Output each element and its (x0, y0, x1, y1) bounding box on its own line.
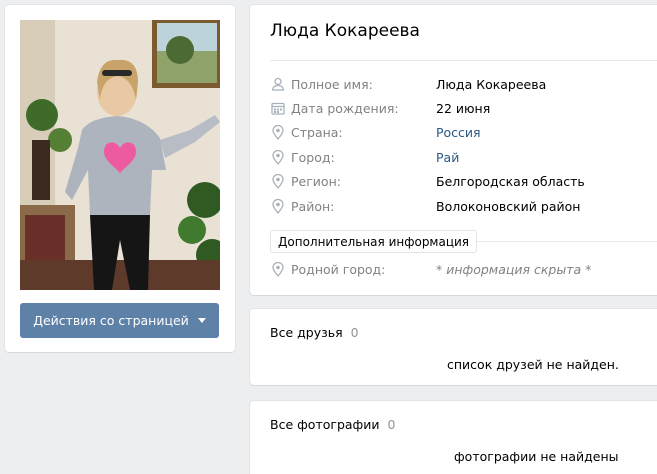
info-value: Белгородская область (436, 173, 585, 189)
info-row-full-name: Полное имя: Люда Кокареева (270, 74, 657, 94)
info-label: Район: (291, 198, 335, 214)
city-link[interactable]: Рай (436, 150, 459, 165)
profile-info-card: Люда Кокареева Полное имя: Люда Кокареев… (250, 5, 657, 295)
info-value: * информация скрыта * (436, 261, 592, 277)
photos-card: Все фотографии 0 фотографии не найдены (250, 401, 657, 474)
location-icon (270, 124, 286, 140)
info-row-city: Город: Рай (270, 147, 657, 167)
calendar-icon (270, 100, 286, 116)
page-title: Люда Кокареева (270, 21, 420, 41)
friends-count: 0 (350, 325, 359, 340)
info-row-birthday: Дата рождения: 22 июня (270, 98, 657, 118)
page-actions-button[interactable]: Действия со страницей (20, 303, 219, 338)
avatar[interactable] (20, 20, 220, 290)
section-title: Все фотографии (270, 417, 380, 432)
location-icon (270, 261, 286, 277)
info-row-district: Район: Волоконовский район (270, 196, 657, 216)
info-label: Полное имя: (291, 76, 373, 92)
info-label: Город: (291, 149, 335, 165)
info-row-region: Регион: Белгородская область (270, 171, 657, 191)
friends-header[interactable]: Все друзья 0 (270, 325, 359, 340)
more-info-button[interactable]: Дополнительная информация (270, 230, 478, 253)
empty-message: фотографии не найдены (454, 449, 619, 464)
friends-card: Все друзья 0 список друзей не найден. (250, 309, 657, 385)
user-icon (270, 76, 286, 92)
page-actions-label: Действия со страницей (33, 313, 189, 328)
info-value: Волоконовский район (436, 198, 581, 214)
location-icon (270, 149, 286, 165)
location-icon (270, 173, 286, 189)
info-value: 22 июня (436, 100, 491, 116)
country-link[interactable]: Россия (436, 125, 481, 140)
divider (270, 60, 657, 61)
photos-header[interactable]: Все фотографии 0 (270, 417, 395, 432)
photos-count: 0 (387, 417, 396, 432)
location-icon (270, 198, 286, 214)
profile-photo-card: Действия со страницей (5, 5, 235, 352)
section-title: Все друзья (270, 325, 343, 340)
info-row-country: Страна: Россия (270, 122, 657, 142)
info-label: Дата рождения: (291, 100, 399, 116)
info-row-hometown: Родной город: * информация скрыта * (270, 259, 657, 279)
info-label: Родной город: (291, 261, 386, 277)
chevron-down-icon (197, 318, 206, 323)
info-label: Регион: (291, 173, 341, 189)
empty-message: список друзей не найден. (447, 357, 619, 372)
info-value: Люда Кокареева (436, 76, 547, 92)
info-label: Страна: (291, 124, 343, 140)
